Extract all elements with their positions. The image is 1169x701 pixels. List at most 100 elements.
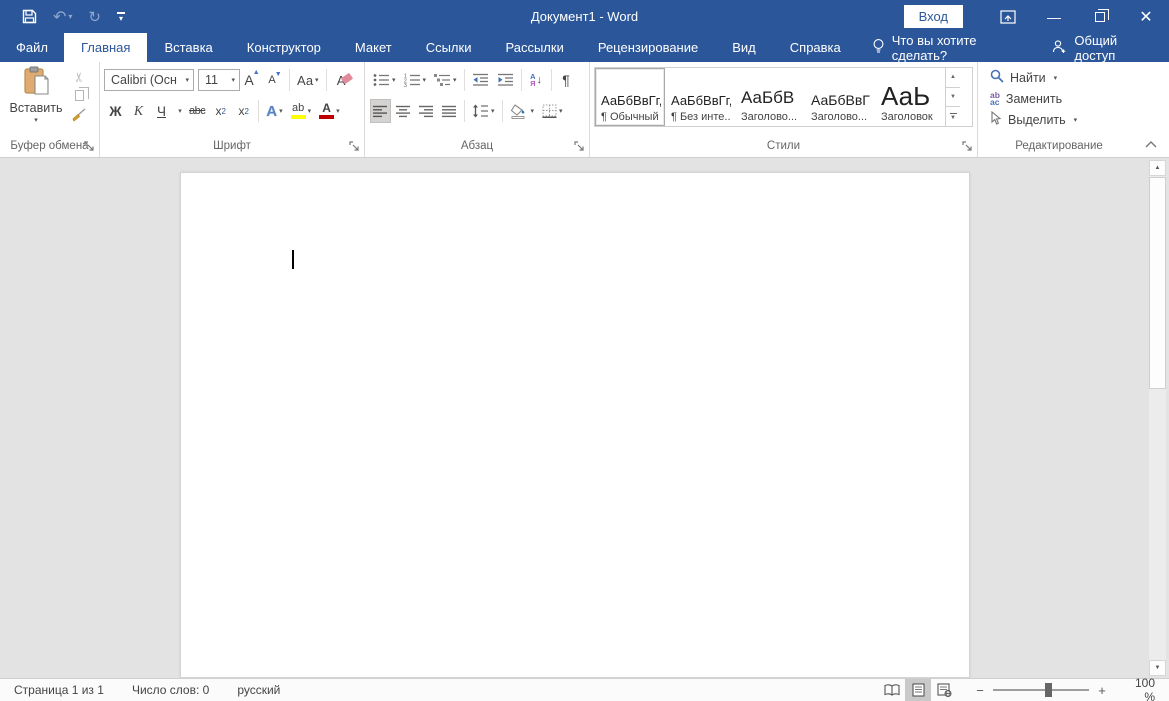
share-button[interactable]: Общий доступ: [1036, 33, 1169, 62]
vertical-scrollbar[interactable]: ▲ ▼: [1149, 160, 1166, 676]
person-icon: [1052, 39, 1067, 57]
zoom-in-icon[interactable]: +: [1093, 683, 1111, 698]
undo-icon[interactable]: ↶▾: [45, 4, 80, 30]
change-case-button[interactable]: Аа▾: [294, 68, 322, 92]
style-normal[interactable]: АаБбВвГг, ¶ Обычный: [595, 68, 665, 126]
svg-text:3: 3: [404, 83, 407, 87]
bullets-button[interactable]: ▾: [370, 68, 399, 92]
find-label: Найти: [1010, 71, 1046, 85]
clear-formatting-button[interactable]: А: [331, 68, 352, 92]
tab-help[interactable]: Справка: [773, 33, 858, 62]
style-heading2[interactable]: АаБбВвГ Заголово...: [805, 68, 875, 126]
underline-button[interactable]: Ч: [151, 99, 172, 123]
align-center-button[interactable]: [393, 99, 414, 123]
tab-file[interactable]: Файл: [0, 33, 64, 62]
bold-button[interactable]: Ж: [105, 99, 126, 123]
paragraph-group-label: Абзац: [365, 138, 589, 157]
style-heading1[interactable]: АаБбВ Заголово...: [735, 68, 805, 126]
clipboard-dialog-launcher-icon[interactable]: [84, 140, 97, 153]
borders-button[interactable]: ▾: [539, 99, 566, 123]
search-icon: [990, 69, 1004, 86]
group-paragraph: ▾ 123 ▾ ▾ АЯ: [365, 62, 590, 157]
align-left-button[interactable]: [370, 99, 391, 123]
tab-design[interactable]: Конструктор: [230, 33, 338, 62]
strikethrough-button[interactable]: abc: [186, 99, 208, 123]
styles-scroll-up-icon[interactable]: ▲: [946, 68, 960, 88]
replace-button[interactable]: abac Заменить: [982, 88, 1136, 109]
web-layout-icon[interactable]: [931, 679, 957, 701]
scroll-down-icon[interactable]: ▼: [1149, 660, 1166, 676]
read-mode-icon[interactable]: [879, 679, 905, 701]
underline-dropdown-icon[interactable]: ▾: [174, 99, 184, 123]
styles-dialog-launcher-icon[interactable]: [962, 140, 975, 153]
increase-indent-button[interactable]: [494, 68, 517, 92]
numbering-button[interactable]: 123 ▾: [401, 68, 430, 92]
redo-icon[interactable]: ↻: [80, 4, 109, 30]
paste-dropdown-icon[interactable]: ▾: [34, 116, 38, 124]
decrease-indent-button[interactable]: [469, 68, 492, 92]
subscript-button[interactable]: х2: [210, 99, 231, 123]
zoom-out-icon[interactable]: −: [971, 683, 989, 698]
zoom-slider-track[interactable]: [993, 689, 1089, 691]
zoom-percentage[interactable]: 100 %: [1121, 676, 1169, 701]
text-effects-button[interactable]: А▾: [263, 99, 285, 123]
sign-in-button[interactable]: Вход: [904, 5, 963, 28]
page-count[interactable]: Страница 1 из 1: [0, 683, 118, 697]
restore-button[interactable]: [1077, 0, 1123, 33]
grow-font-button[interactable]: А▲: [241, 68, 262, 92]
font-color-button[interactable]: А▾: [316, 99, 343, 123]
font-name-value: Calibri (Осн: [111, 73, 177, 87]
cut-icon[interactable]: ✂: [69, 68, 90, 85]
editing-group-label: Редактирование: [978, 138, 1140, 157]
save-icon[interactable]: [14, 4, 45, 30]
shading-button[interactable]: ▾: [507, 99, 538, 123]
sort-button[interactable]: АЯ ↓: [526, 68, 547, 92]
style-no-spacing[interactable]: АаБбВвГг, ¶ Без инте...: [665, 68, 735, 126]
print-layout-icon[interactable]: [905, 679, 931, 701]
paragraph-dialog-launcher-icon[interactable]: [574, 140, 587, 153]
styles-more-icon[interactable]: ▼: [946, 107, 960, 126]
superscript-button[interactable]: х2: [233, 99, 254, 123]
justify-button[interactable]: [439, 99, 460, 123]
tab-home[interactable]: Главная: [64, 33, 147, 62]
font-group-label: Шрифт: [100, 138, 364, 157]
zoom-slider-thumb[interactable]: [1045, 683, 1052, 697]
find-button[interactable]: Найти ▾: [982, 67, 1136, 88]
word-count[interactable]: Число слов: 0: [118, 683, 223, 697]
copy-icon[interactable]: [69, 87, 90, 104]
format-painter-icon[interactable]: [69, 106, 90, 123]
multilevel-list-button[interactable]: ▾: [431, 68, 460, 92]
shrink-font-button[interactable]: А▼: [264, 68, 285, 92]
text-highlight-button[interactable]: ab▾: [288, 99, 315, 123]
ribbon-display-options-icon[interactable]: [985, 0, 1031, 33]
tab-view[interactable]: Вид: [715, 33, 773, 62]
tab-mailings[interactable]: Рассылки: [488, 33, 580, 62]
font-dialog-launcher-icon[interactable]: [349, 140, 362, 153]
tab-review[interactable]: Рецензирование: [581, 33, 715, 62]
minimize-button[interactable]: —: [1031, 0, 1077, 33]
paste-button[interactable]: Вставить ▾: [10, 66, 62, 138]
tab-layout[interactable]: Макет: [338, 33, 409, 62]
tab-references[interactable]: Ссылки: [409, 33, 489, 62]
italic-button[interactable]: К: [128, 99, 149, 123]
line-spacing-button[interactable]: ▾: [469, 99, 498, 123]
font-name-combobox[interactable]: Calibri (Осн ▾: [104, 69, 194, 91]
style-title[interactable]: АаЬ Заголовок: [875, 68, 945, 126]
font-size-combobox[interactable]: 11 ▾: [198, 69, 240, 91]
document-page[interactable]: [180, 172, 970, 678]
align-right-button[interactable]: [416, 99, 437, 123]
styles-scroll-down-icon[interactable]: ▼: [946, 88, 960, 108]
collapse-ribbon-icon[interactable]: [1145, 136, 1157, 151]
group-styles: АаБбВвГг, ¶ Обычный АаБбВвГг, ¶ Без инте…: [590, 62, 978, 157]
tell-me-box[interactable]: Что вы хотите сделать?: [858, 33, 1037, 62]
document-area: ▲ ▼: [0, 158, 1169, 678]
select-button[interactable]: Выделить ▾: [982, 109, 1136, 130]
language-indicator[interactable]: русский: [223, 683, 294, 697]
group-editing: Найти ▾ abac Заменить Выделить ▾ Редакти…: [978, 62, 1140, 157]
customize-qat-icon[interactable]: ▾: [109, 4, 133, 30]
scrollbar-thumb[interactable]: [1149, 177, 1166, 389]
tab-insert[interactable]: Вставка: [147, 33, 229, 62]
scroll-up-icon[interactable]: ▲: [1149, 160, 1166, 176]
show-marks-button[interactable]: ¶: [556, 68, 577, 92]
close-button[interactable]: ✕: [1123, 0, 1169, 33]
